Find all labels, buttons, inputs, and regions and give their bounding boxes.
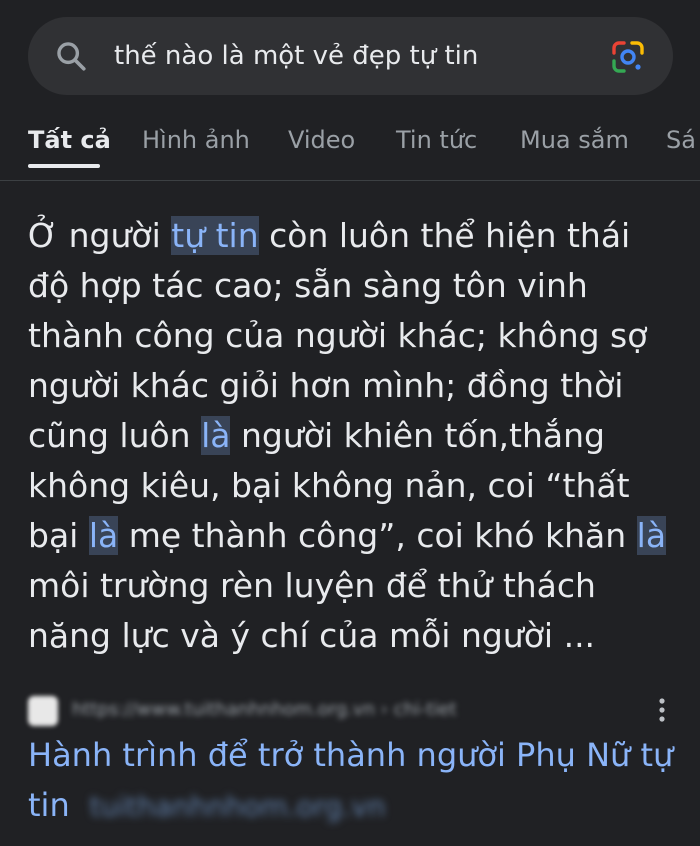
tab-shopping[interactable]: Mua sắm [520, 124, 629, 156]
tab-video[interactable]: Video [288, 124, 355, 156]
site-favicon [28, 696, 58, 726]
more-vert-icon[interactable] [652, 692, 672, 728]
tab-all[interactable]: Tất cả [28, 124, 111, 156]
snippet-highlight: tự tin [171, 216, 259, 255]
active-tab-indicator [28, 164, 100, 168]
snippet-highlight: là [636, 516, 667, 555]
snippet-highlight: là [88, 516, 119, 555]
search-icon[interactable] [54, 39, 88, 73]
search-tabs: Tất cả Hình ảnh Video Tin tức Mua sắm Sá [0, 112, 700, 174]
tab-more[interactable]: Sá [666, 124, 696, 156]
search-bar[interactable]: thế nào là một vẻ đẹp tự tin [28, 17, 673, 95]
search-input[interactable]: thế nào là một vẻ đẹp tự tin [114, 37, 478, 75]
source-url: https://www.tuithanhnhom.org.vn › chi-ti… [72, 699, 457, 720]
snippet-highlight: là [201, 416, 231, 455]
snippet-segment: môi trường rèn luyện để thử thách năng l… [28, 566, 596, 655]
snippet-segment: mẹ thành công”, coi khó khăn [118, 516, 637, 555]
tabs-divider [0, 180, 700, 181]
google-lens-icon[interactable] [610, 39, 646, 75]
tab-images[interactable]: Hình ảnh [142, 124, 250, 156]
snippet-segment: Ở người [28, 216, 172, 255]
featured-snippet-text: Ở người tự tin còn luôn thể hiện thái độ… [28, 211, 678, 661]
result-source[interactable]: https://www.tuithanhnhom.org.vn › chi-ti… [28, 692, 673, 728]
result-domain-blurred: tuithanhnhom.org.vn [89, 790, 386, 823]
tab-news[interactable]: Tin tức [396, 124, 477, 156]
result-title-link[interactable]: Hành trình để trở thành người Phụ Nữ tự … [28, 730, 688, 832]
